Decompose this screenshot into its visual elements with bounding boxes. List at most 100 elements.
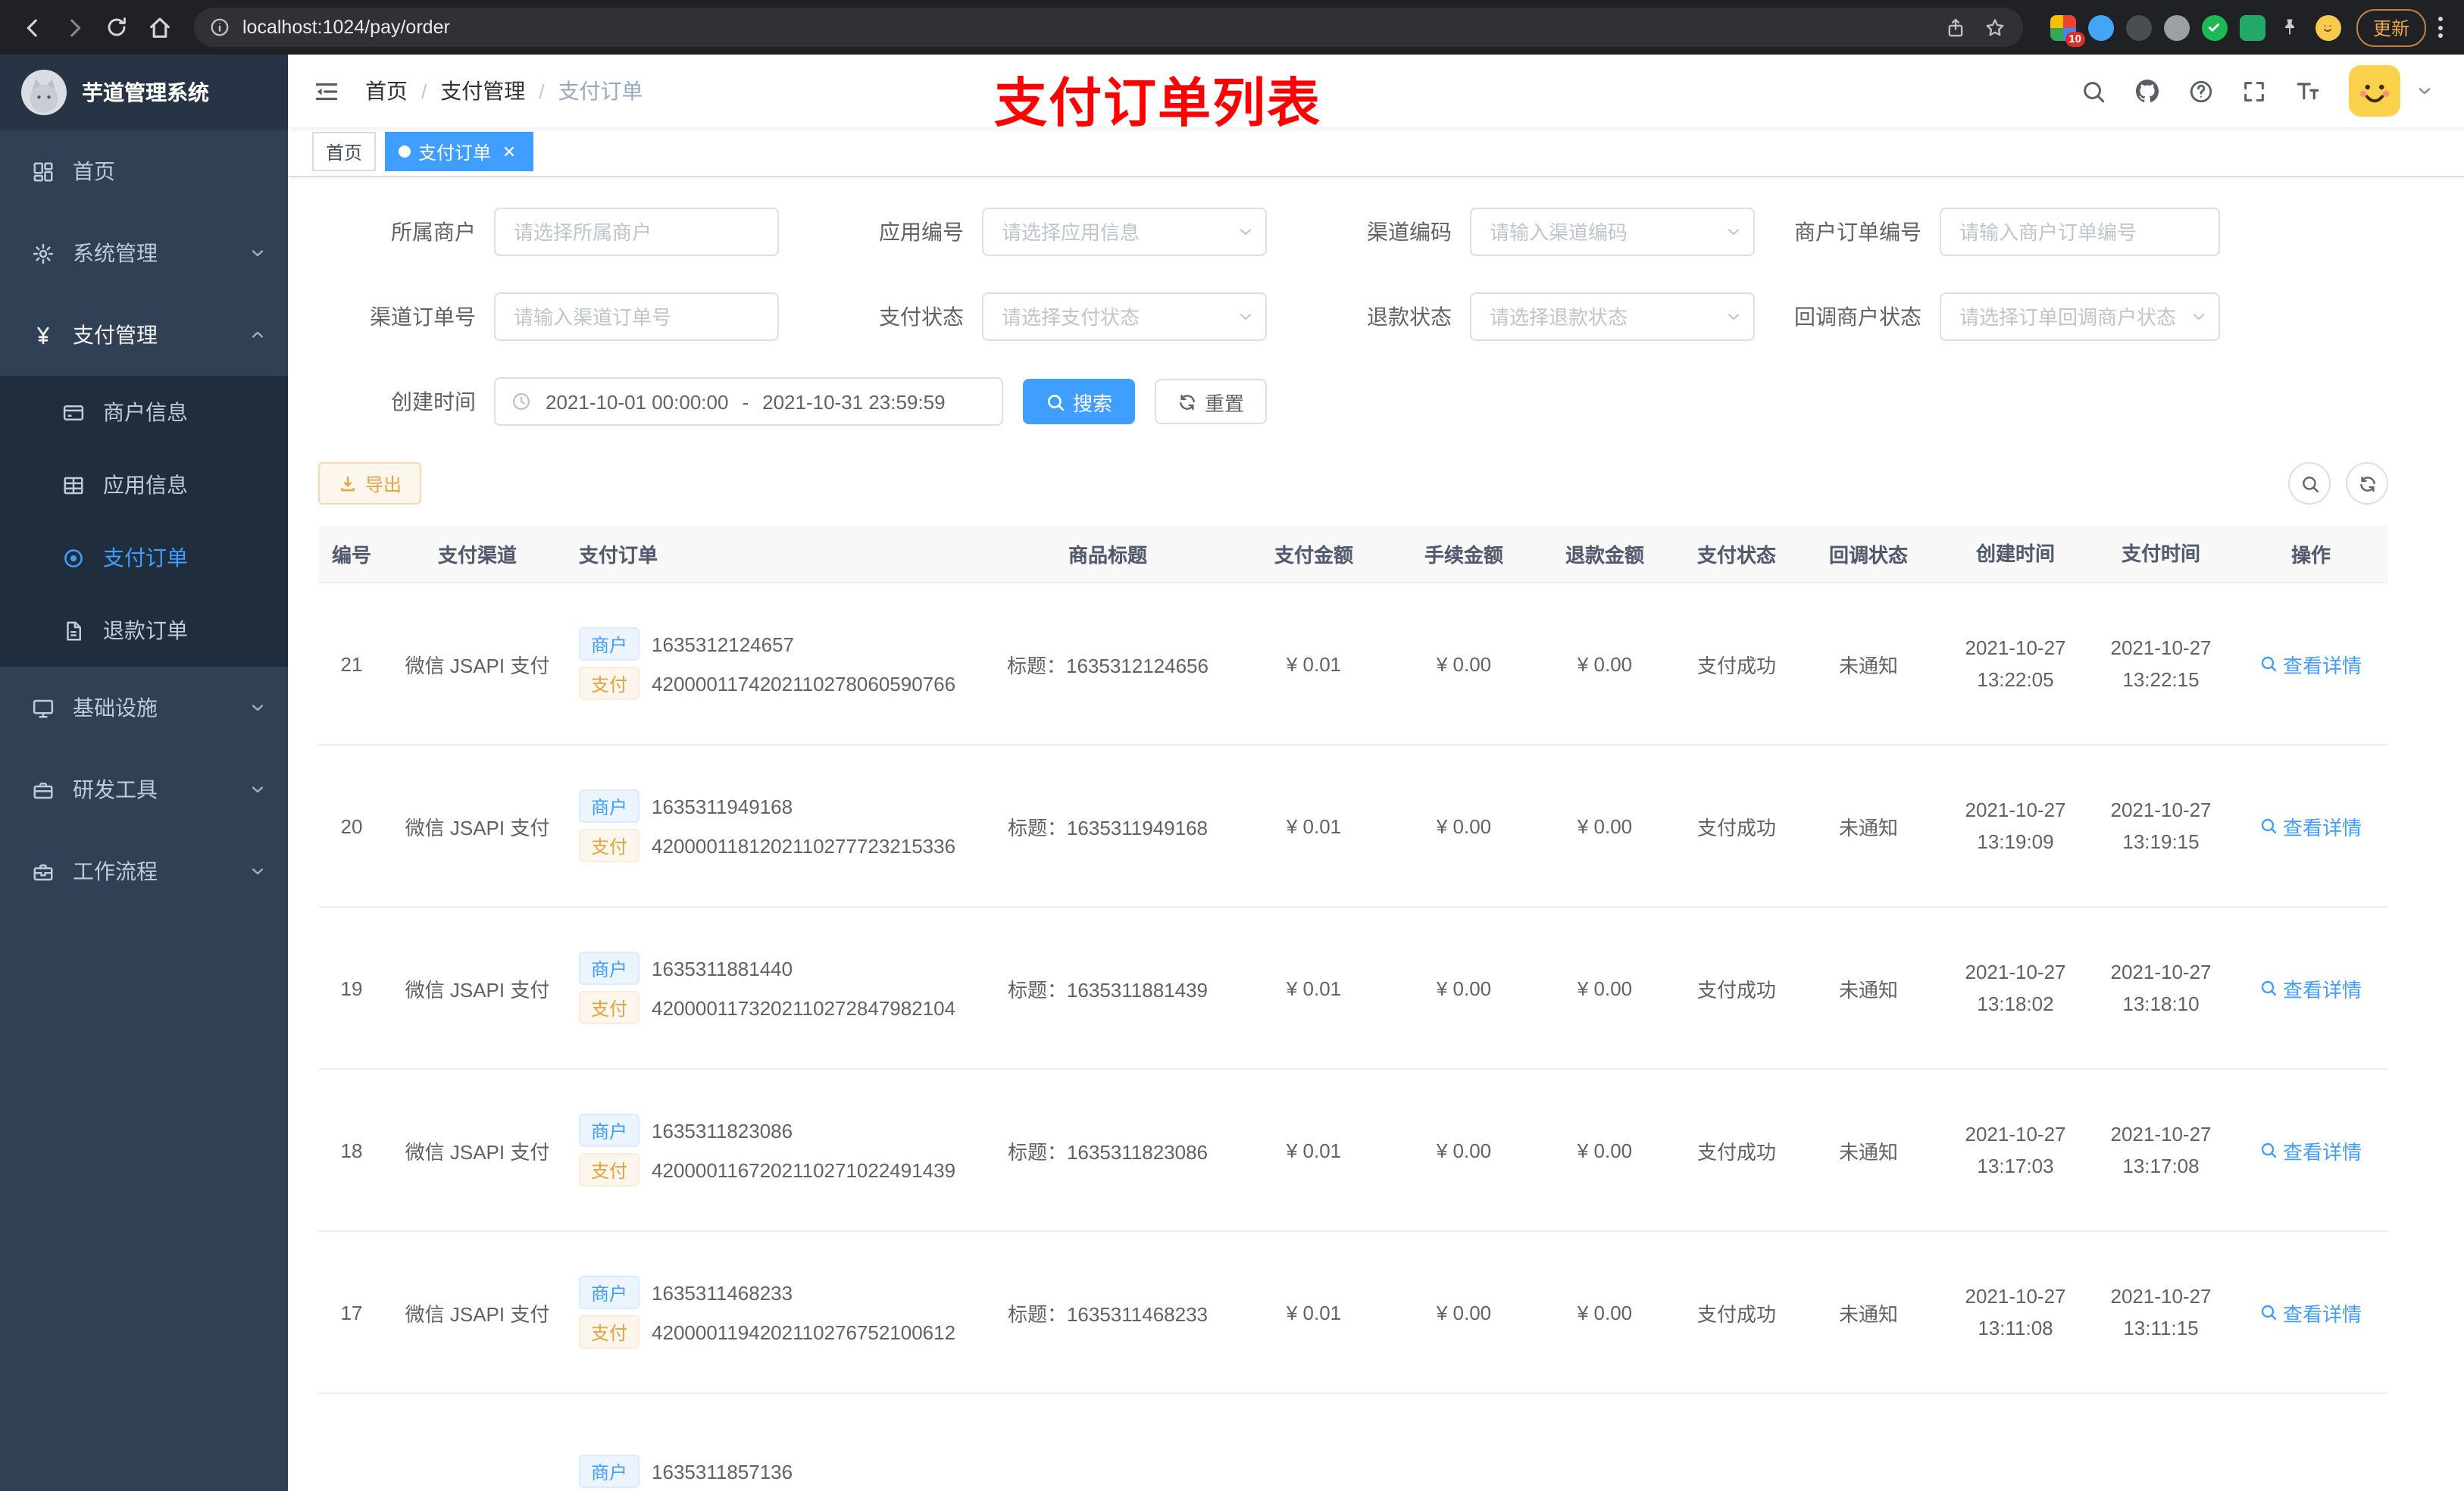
- sidebar-item-refund-order[interactable]: 退款订单: [0, 594, 288, 667]
- extension-green-check-icon[interactable]: [2201, 14, 2228, 40]
- user-avatar[interactable]: [2349, 65, 2400, 117]
- sidebar-item-home[interactable]: 首页: [0, 130, 288, 212]
- sidebar-item-merchant-info[interactable]: 商户信息: [0, 376, 288, 449]
- browser-reload-icon[interactable]: [97, 8, 136, 47]
- notify-status-cell: 未通知: [1838, 1140, 1898, 1163]
- site-info-icon[interactable]: [209, 17, 230, 38]
- notify-status-select[interactable]: [1940, 292, 2220, 341]
- sidebar-item-workflow[interactable]: 工作流程: [0, 830, 288, 912]
- channel-order-no-input[interactable]: [494, 292, 779, 341]
- sidebar-item-app-info[interactable]: 应用信息: [0, 449, 288, 521]
- goods-title-cell: 标题：1635311468233: [1007, 1302, 1209, 1325]
- date-range-start: 2021-10-01 00:00:00: [546, 390, 729, 413]
- merchant-order-no: 1635311949168: [652, 795, 793, 817]
- pin-icon[interactable]: [2278, 14, 2303, 40]
- browser-chrome: localhost:1024/pay/order 10 更新: [0, 0, 2464, 55]
- merchant-order-no: 1635311881440: [652, 957, 793, 980]
- search-icon[interactable]: [2081, 78, 2106, 104]
- merchant-order-no-input[interactable]: [1940, 208, 2220, 256]
- tab-label: 首页: [326, 142, 363, 163]
- pay-order-cell: 商户 1635311949168 支付 42000011812021102777…: [570, 783, 985, 868]
- table-body: 21 微信 JSAPI 支付 商户 1635312124657 支付 42000…: [318, 583, 2388, 1491]
- view-detail-link[interactable]: 查看详情: [2260, 1298, 2362, 1327]
- search-button[interactable]: 搜索: [1023, 379, 1136, 424]
- reset-button[interactable]: 重置: [1155, 379, 1268, 424]
- browser-back-icon[interactable]: [12, 8, 52, 47]
- extension-dark-icon[interactable]: [2125, 14, 2152, 40]
- form-item-merchant-order-no: 商户订单编号: [1791, 208, 2220, 256]
- avatar-caret-icon[interactable]: [2416, 82, 2434, 100]
- breadcrumb-home[interactable]: 首页: [365, 76, 408, 106]
- export-button[interactable]: 导出: [318, 462, 422, 505]
- close-icon[interactable]: [499, 141, 520, 162]
- magnifier-icon: [2262, 980, 2278, 996]
- pay-status-select[interactable]: [982, 292, 1267, 341]
- tab-label: 支付订单: [418, 142, 492, 163]
- view-detail-link[interactable]: 查看详情: [2260, 811, 2362, 840]
- sidebar-item-pay-order[interactable]: 支付订单: [0, 521, 288, 594]
- merchant-select[interactable]: [494, 208, 779, 256]
- breadcrumb: 首页 / 支付管理 / 支付订单: [365, 76, 643, 106]
- browser-extensions: 10: [2038, 14, 2353, 46]
- profile-avatar-icon[interactable]: [2315, 14, 2341, 40]
- github-icon[interactable]: [2134, 77, 2161, 105]
- sidebar-item-payment[interactable]: 支付管理: [0, 294, 288, 376]
- sidebar-item-dev-tools[interactable]: 研发工具: [0, 749, 288, 830]
- col-header-status: 支付状态: [1696, 544, 1776, 567]
- browser-address-bar[interactable]: localhost:1024/pay/order: [194, 8, 2023, 47]
- col-header-notify: 回调状态: [1828, 544, 1908, 567]
- sidebar-item-infra[interactable]: 基础设施: [0, 667, 288, 749]
- view-detail-link[interactable]: 查看详情: [2260, 649, 2362, 678]
- browser-menu-icon[interactable]: [2429, 17, 2452, 38]
- extension-blue-icon[interactable]: [2087, 14, 2114, 40]
- merchant-order-no: 1635311857136: [652, 1460, 793, 1483]
- share-icon[interactable]: [1938, 9, 1975, 45]
- view-detail-label: 查看详情: [2282, 1140, 2362, 1163]
- font-size-icon[interactable]: [2294, 77, 2322, 105]
- sidebar-toggle-icon[interactable]: [312, 77, 341, 105]
- date-range-separator: -: [742, 390, 749, 413]
- create-time-cell: 2021-10-27 13:18:02: [1965, 960, 2066, 1015]
- reset-button-label: 重置: [1205, 392, 1245, 414]
- browser-update-button[interactable]: 更新: [2356, 8, 2426, 46]
- pay-time-cell: 2021-10-27 13:22:15: [2110, 636, 2212, 691]
- view-detail-link[interactable]: 查看详情: [2260, 974, 2362, 1002]
- help-icon[interactable]: [2188, 78, 2214, 104]
- extension-green-square-icon[interactable]: [2239, 14, 2265, 40]
- channel-code-select[interactable]: [1470, 208, 1755, 256]
- col-header-title: 商品标题: [1068, 544, 1147, 567]
- create-time-range-picker[interactable]: 2021-10-01 00:00:00 - 2021-10-31 23:59:5…: [494, 377, 1003, 426]
- search-button-label: 搜索: [1073, 392, 1113, 414]
- sidebar-item-system[interactable]: 系统管理: [0, 212, 288, 294]
- credit-card-icon: [61, 400, 85, 424]
- logo-avatar-image: [21, 70, 67, 115]
- toggle-search-button[interactable]: [2288, 462, 2331, 505]
- form-item-channel-order-no: 渠道订单号: [346, 292, 779, 341]
- order-id-cell: 17: [340, 1301, 363, 1324]
- tab-home[interactable]: 首页: [312, 132, 377, 171]
- browser-home-icon[interactable]: [139, 8, 179, 47]
- refresh-button[interactable]: [2346, 462, 2388, 505]
- app-logo: 芋道管理系统: [0, 55, 288, 130]
- monitor-icon: [30, 695, 55, 720]
- merchant-tag: 商户: [579, 1276, 640, 1309]
- sidebar-item-label: 首页: [73, 159, 115, 183]
- tab-pay-order[interactable]: 支付订单: [385, 132, 534, 171]
- bookmark-star-icon[interactable]: [1978, 9, 2014, 45]
- refund-status-select[interactable]: [1470, 292, 1755, 341]
- breadcrumb-current: 支付订单: [558, 79, 643, 103]
- app-no-select[interactable]: [982, 208, 1267, 256]
- sidebar: 芋道管理系统 首页 系统管理 支付管理 商户信息 应用信息 支付订单 退款订单 …: [0, 55, 288, 1491]
- browser-forward-icon[interactable]: [55, 8, 94, 47]
- magnifier-icon: [2262, 656, 2278, 672]
- field-label: 创建时间: [391, 389, 476, 414]
- extensions-puzzle-icon[interactable]: 10: [2050, 14, 2085, 46]
- pay-channel-cell: 微信 JSAPI 支付: [405, 978, 550, 1001]
- view-detail-link[interactable]: 查看详情: [2260, 1136, 2362, 1164]
- col-header-action: 操作: [2290, 544, 2331, 567]
- fullscreen-icon[interactable]: [2241, 78, 2267, 104]
- pay-time-cell: 2021-10-27 13:11:15: [2110, 1284, 2212, 1339]
- extension-gray-icon[interactable]: [2163, 14, 2190, 40]
- chevron-down-icon: [249, 244, 267, 262]
- pay-status-cell: 支付成功: [1696, 1140, 1776, 1163]
